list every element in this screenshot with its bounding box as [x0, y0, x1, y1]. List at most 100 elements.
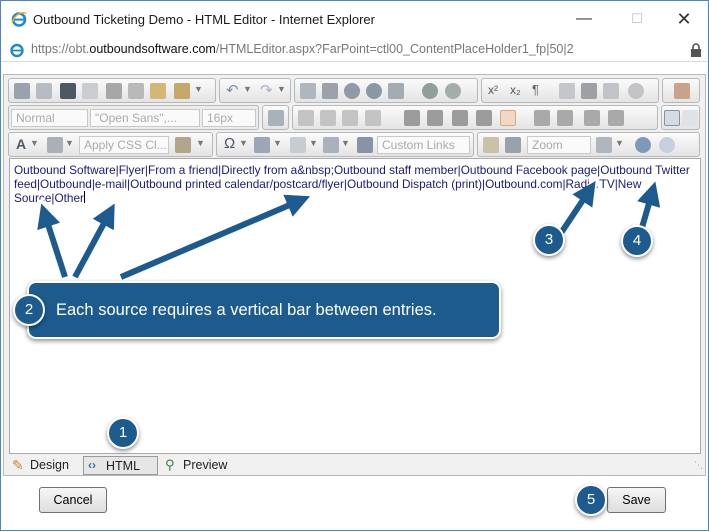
frame-icon[interactable]: [268, 110, 284, 126]
text-direction-icon[interactable]: [505, 137, 521, 153]
chevron-down-icon[interactable]: ▼: [30, 138, 39, 148]
tab-preview-label: Preview: [183, 458, 228, 472]
chevron-down-icon[interactable]: ▼: [341, 138, 350, 148]
align-justify-icon[interactable]: [476, 110, 492, 126]
undo-icon[interactable]: ↶: [226, 81, 239, 99]
link-icon[interactable]: [344, 83, 360, 99]
document-icon[interactable]: [388, 83, 404, 99]
source-list-value: Outbound Software|Flyer|From a friend|Di…: [14, 163, 690, 205]
italic-icon[interactable]: [320, 110, 336, 126]
toolbar-group-zoom: Zoom ▼: [477, 132, 700, 157]
paste-options-icon[interactable]: [174, 83, 190, 99]
align-icon[interactable]: [581, 83, 597, 99]
toolbar-group-validate: [661, 105, 700, 130]
spellcheck-icon[interactable]: [36, 83, 52, 99]
html-editor: ▼ ↶ ▼ ↷ ▼ x² x₂ ¶ Normal "Open Sans",...…: [3, 74, 706, 476]
tab-html[interactable]: ‹› HTML: [83, 456, 158, 475]
format-stripper-icon[interactable]: [674, 83, 690, 99]
redo-icon[interactable]: ↷: [260, 81, 273, 99]
tab-design[interactable]: ✎ Design: [8, 456, 80, 475]
module-manager-icon[interactable]: [596, 137, 612, 153]
minimize-button[interactable]: —: [570, 7, 598, 31]
insert-table-icon[interactable]: [254, 137, 270, 153]
superscript-icon[interactable]: x²: [488, 83, 498, 97]
toolbar-group-format: x² x₂ ¶: [481, 78, 659, 103]
clipboard-icon[interactable]: [559, 83, 575, 99]
bullet-list-icon[interactable]: [608, 110, 624, 126]
format-painter-icon[interactable]: [175, 137, 191, 153]
close-button[interactable]: ✕: [670, 7, 698, 31]
snippet-icon[interactable]: [323, 137, 339, 153]
toolbar-group-align: [292, 105, 658, 130]
callout-step-1: 1: [107, 417, 139, 449]
table-icon[interactable]: [603, 83, 619, 99]
align-center-icon[interactable]: [427, 110, 443, 126]
subscript-icon[interactable]: x₂: [510, 83, 521, 97]
chevron-down-icon[interactable]: ▼: [65, 138, 74, 148]
paragraph-style-select[interactable]: Normal: [11, 109, 88, 127]
template-icon[interactable]: [290, 137, 306, 153]
address-url[interactable]: https://obt.outboundsoftware.com/HTMLEdi…: [31, 42, 574, 56]
page-icon: [10, 43, 24, 58]
maximize-button[interactable]: ☐: [623, 7, 651, 31]
callout-step-2: 2: [13, 294, 45, 326]
chevron-down-icon[interactable]: ▼: [196, 138, 205, 148]
css-class-select[interactable]: Apply CSS Cl...: [79, 136, 169, 154]
highlight-icon[interactable]: [47, 137, 63, 153]
clock-icon[interactable]: [628, 83, 644, 99]
strikethrough-icon[interactable]: [365, 110, 381, 126]
shield-icon[interactable]: [635, 137, 651, 153]
symbol-icon[interactable]: Ω: [224, 135, 235, 152]
underline-icon[interactable]: [342, 110, 358, 126]
font-name-select[interactable]: "Open Sans",...: [90, 109, 200, 127]
image-icon[interactable]: [300, 83, 316, 99]
font-size-select[interactable]: 16px: [202, 109, 256, 127]
tab-preview[interactable]: ⚲ Preview: [161, 456, 241, 475]
unlink-icon[interactable]: [445, 83, 461, 99]
media-icon[interactable]: [366, 83, 382, 99]
hyperlink-icon[interactable]: [422, 83, 438, 99]
save-button[interactable]: Save: [607, 487, 666, 513]
image-manager-icon[interactable]: [357, 137, 373, 153]
source-list-text[interactable]: Outbound Software|Flyer|From a friend|Di…: [14, 163, 690, 205]
w3c-icon[interactable]: [682, 110, 698, 126]
outdent-icon[interactable]: [534, 110, 550, 126]
copy-icon[interactable]: [128, 83, 144, 99]
cancel-button[interactable]: Cancel: [39, 487, 107, 513]
chevron-down-icon[interactable]: ▼: [194, 84, 203, 94]
close-icon: ✕: [676, 9, 692, 29]
chevron-down-icon[interactable]: ▼: [239, 138, 248, 148]
case-icon[interactable]: [483, 137, 499, 153]
numbered-list-icon[interactable]: [584, 110, 600, 126]
toolbar-group-font: Normal "Open Sans",... 16px: [8, 105, 259, 130]
toolbar-group-insert: [294, 78, 478, 103]
toolbar-group-color: A ▼ ▼ Apply CSS Cl... ▼: [8, 132, 213, 157]
print-icon[interactable]: [14, 83, 30, 99]
magnifier-icon: ⚲: [165, 457, 175, 472]
indent-icon[interactable]: [557, 110, 573, 126]
chevron-down-icon[interactable]: ▼: [273, 138, 282, 148]
select-all-icon[interactable]: [82, 83, 98, 99]
align-left-icon[interactable]: [404, 110, 420, 126]
cut-icon[interactable]: [106, 83, 122, 99]
font-color-icon[interactable]: A: [16, 136, 26, 152]
resize-grip-icon[interactable]: ⋱: [694, 460, 703, 471]
module-icon[interactable]: [664, 110, 680, 126]
chevron-down-icon[interactable]: ▼: [615, 138, 624, 148]
mode-bar: ✎ Design ‹› HTML ⚲ Preview ⋱: [4, 454, 705, 475]
window-title: Outbound Ticketing Demo - HTML Editor - …: [33, 12, 375, 27]
custom-links-select[interactable]: Custom Links: [377, 136, 470, 154]
flash-icon[interactable]: [322, 83, 338, 99]
paste-icon[interactable]: [150, 83, 166, 99]
align-right-icon[interactable]: [452, 110, 468, 126]
zoom-select[interactable]: Zoom: [527, 136, 591, 154]
paragraph-icon[interactable]: ¶: [532, 82, 539, 97]
chevron-down-icon[interactable]: ▼: [309, 138, 318, 148]
chevron-down-icon[interactable]: ▼: [243, 84, 252, 94]
bold-icon[interactable]: [298, 110, 314, 126]
find-icon[interactable]: [60, 83, 76, 99]
align-remove-icon[interactable]: [500, 110, 516, 126]
address-bar[interactable]: https://obt.outboundsoftware.com/HTMLEdi…: [1, 38, 708, 62]
help-icon[interactable]: [659, 137, 675, 153]
chevron-down-icon[interactable]: ▼: [277, 84, 286, 94]
